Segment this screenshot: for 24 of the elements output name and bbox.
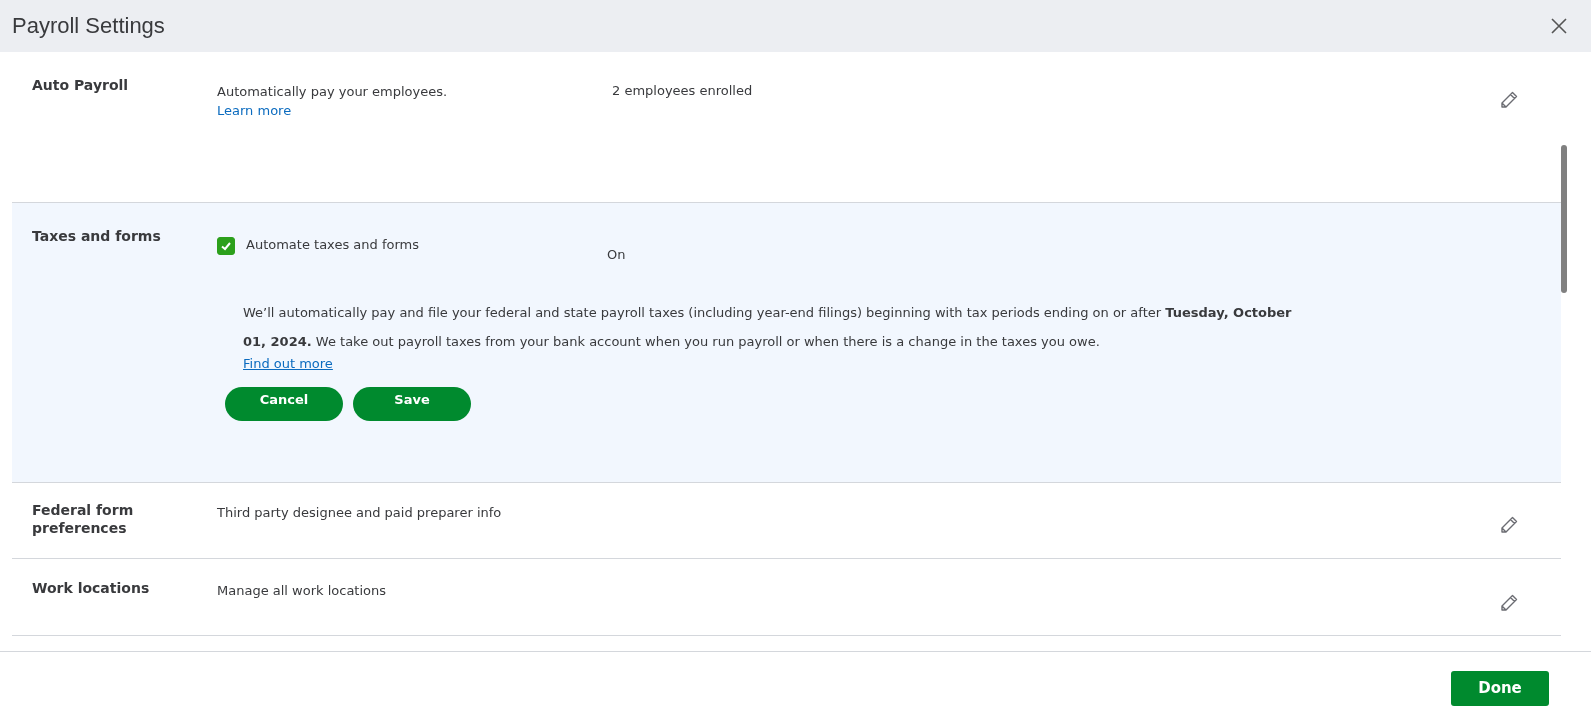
section-title: Work locations xyxy=(32,579,151,598)
pencil-icon xyxy=(1499,515,1519,535)
status-text: On xyxy=(607,246,626,262)
learn-more-link[interactable]: Learn more xyxy=(217,103,612,118)
done-button[interactable]: Done xyxy=(1451,670,1549,706)
section-title: Federal form preferences xyxy=(32,501,135,538)
section-description: Third party designee and paid preparer info xyxy=(217,505,503,520)
checkbox-label: Automate taxes and forms xyxy=(246,237,419,253)
section-description: Automatically pay your employees. xyxy=(217,84,449,99)
close-icon xyxy=(1551,18,1567,34)
action-button[interactable]: Cancel xyxy=(225,387,343,421)
pencil-icon xyxy=(1499,593,1519,613)
section-description: Manage all work locations xyxy=(217,583,388,598)
pencil-icon xyxy=(1499,90,1519,110)
checkbox[interactable] xyxy=(217,237,235,255)
find-out-more-link[interactable]: Find out more xyxy=(243,356,333,371)
action-button[interactable]: Save xyxy=(353,387,471,421)
scrollbar[interactable] xyxy=(1561,145,1569,293)
check-icon xyxy=(220,240,232,252)
status-text: 2 employees enrolled xyxy=(612,83,753,98)
description-paragraph: We’ll automatically pay and file your federal and state payroll taxes (including year-end filings) beginning with tax periods ending on or after Tuesday, October 01, 2024. We take out payroll taxes from your bank account when you run payroll or when there is a change in the taxes you owe. xyxy=(243,304,1293,351)
dialog-title: Payroll Settings xyxy=(12,13,165,39)
section-title: Auto Payroll xyxy=(32,76,130,95)
section-title: Taxes and forms xyxy=(32,227,162,246)
